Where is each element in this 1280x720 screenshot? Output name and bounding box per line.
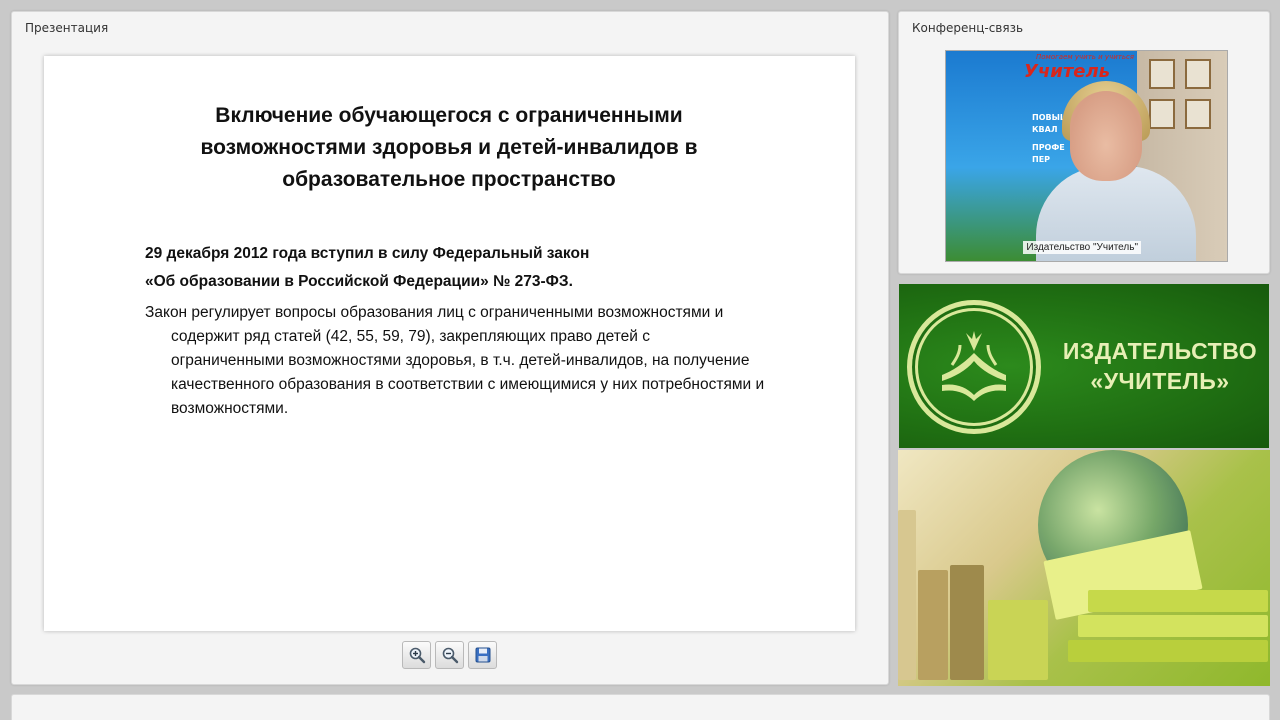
zoom-in-button[interactable] bbox=[402, 641, 431, 669]
book-illustration bbox=[950, 565, 984, 680]
poster-tagline: Помогаем учить и учиться bbox=[1036, 53, 1135, 61]
book-illustration bbox=[1078, 615, 1268, 637]
slide-title: Включение обучающегося с ограниченными в… bbox=[200, 104, 698, 191]
bottom-panel bbox=[11, 694, 1270, 720]
publisher-name-line-2: «УЧИТЕЛЬ» bbox=[1090, 368, 1230, 394]
book-illustration bbox=[1088, 590, 1268, 612]
participant-face bbox=[1070, 91, 1142, 181]
slide-law-line-2: «Об образовании в Российской Федерации» … bbox=[145, 273, 573, 290]
poster-brand: Учитель bbox=[1024, 61, 1111, 82]
save-button[interactable] bbox=[468, 641, 497, 669]
poster-line: ПРОФЕ bbox=[1032, 143, 1065, 152]
slide-law-line-1: 29 декабря 2012 года вступил в силу Феде… bbox=[145, 245, 590, 262]
zoom-out-icon bbox=[442, 647, 458, 664]
book-illustration bbox=[988, 600, 1048, 680]
wall-frame bbox=[1185, 99, 1211, 129]
publisher-name: ИЗДАТЕЛЬСТВО «УЧИТЕЛЬ» bbox=[1049, 336, 1271, 396]
slide-toolbar bbox=[402, 641, 497, 669]
conference-panel: Конференц-связь Помогаем учить и учиться… bbox=[898, 11, 1270, 274]
books-globe-image bbox=[898, 450, 1270, 686]
video-feed[interactable]: Помогаем учить и учиться Учитель ПОВЫШЕН… bbox=[945, 50, 1228, 262]
zoom-out-button[interactable] bbox=[435, 641, 464, 669]
zoom-in-icon bbox=[409, 647, 425, 664]
book-illustration bbox=[918, 570, 948, 680]
wall-frame bbox=[1149, 99, 1175, 129]
presentation-panel: Презентация Включение обучающегося с огр… bbox=[11, 11, 889, 685]
book-illustration bbox=[898, 510, 916, 680]
book-sprout-icon bbox=[942, 331, 1006, 401]
publisher-logo bbox=[907, 300, 1041, 434]
publisher-banner: ИЗДАТЕЛЬСТВО «УЧИТЕЛЬ» bbox=[898, 283, 1270, 449]
slide-body-text: Закон регулирует вопросы образования лиц… bbox=[145, 304, 765, 417]
book-illustration bbox=[1068, 640, 1268, 662]
publisher-name-line-1: ИЗДАТЕЛЬСТВО bbox=[1062, 338, 1258, 364]
wall-frame bbox=[1149, 59, 1175, 89]
poster-line: КВАЛ bbox=[1032, 125, 1058, 134]
wall-frame bbox=[1185, 59, 1211, 89]
participant-label: Издательство "Учитель" bbox=[1023, 241, 1141, 254]
conference-panel-title: Конференц-связь bbox=[912, 21, 1024, 35]
presentation-slide: Включение обучающегося с ограниченными в… bbox=[44, 56, 855, 631]
poster-line: ПЕР bbox=[1032, 155, 1051, 164]
save-icon bbox=[475, 647, 490, 663]
presentation-panel-title: Презентация bbox=[25, 21, 109, 35]
